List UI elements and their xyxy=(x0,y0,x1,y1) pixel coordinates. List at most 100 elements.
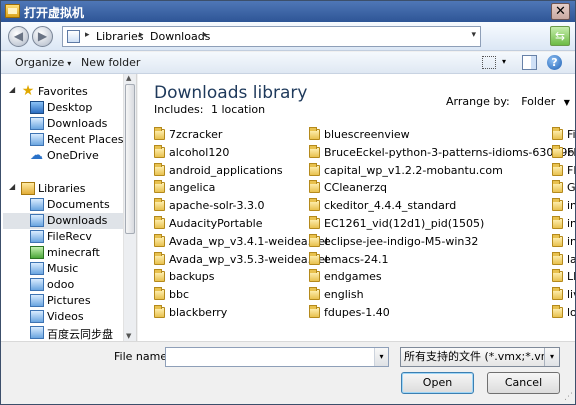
expand-libraries-icon[interactable]: ◢ xyxy=(9,182,15,191)
folder-icon xyxy=(552,269,563,282)
breadcrumb-separator[interactable]: ▸ xyxy=(203,30,208,40)
view-dropdown-icon[interactable]: ▾ xyxy=(502,57,506,66)
filter-dropdown-icon[interactable]: ▾ xyxy=(544,348,559,366)
folder-icon xyxy=(552,198,563,211)
folder-name: la xyxy=(567,253,575,266)
folder-icon xyxy=(309,163,320,176)
folder-icon xyxy=(552,127,563,140)
folder-icon xyxy=(309,305,320,318)
folder-icon xyxy=(552,216,563,229)
folder-name: english xyxy=(324,288,364,301)
star-icon: ★ xyxy=(21,83,35,99)
folder-name: BruceEckel-python-3-patterns-idioms-6305… xyxy=(324,146,575,159)
address-row: ◀ ▶ ▸ Libraries ▸ Downloads ▸ ▾ ⇆ xyxy=(1,22,575,51)
refresh-button[interactable]: ⇆ xyxy=(550,26,570,46)
close-button[interactable]: ✕ xyxy=(551,3,570,20)
address-bar[interactable]: ▸ Libraries ▸ Downloads ▸ ▾ xyxy=(62,26,481,47)
downloads-icon xyxy=(30,117,44,130)
new-folder-button[interactable]: New folder xyxy=(81,56,140,69)
organize-label: Organize xyxy=(15,56,65,69)
folder-name: ckeditor_4.4.4_standard xyxy=(324,199,457,212)
command-bar: Organize ▾ New folder ▾ ? xyxy=(1,52,575,74)
folder-name: alcohol120 xyxy=(169,146,230,159)
folder-name: emacs-24.1 xyxy=(324,253,389,266)
scroll-up-icon[interactable]: ▲ xyxy=(126,74,131,82)
includes-label: Includes: xyxy=(154,103,204,116)
folder-name: endgames xyxy=(324,270,382,283)
filename-label: File name: xyxy=(114,350,171,363)
folder-icon xyxy=(154,216,165,229)
folder-icon xyxy=(552,252,563,265)
folder-name: in xyxy=(567,235,575,248)
folder-icon xyxy=(552,145,563,158)
includes-locations-link[interactable]: 1 location xyxy=(211,103,265,116)
resize-grip-icon[interactable]: ⋰ xyxy=(564,392,573,402)
nav-scroll-thumb[interactable] xyxy=(125,84,135,234)
pictures-icon xyxy=(30,294,44,307)
folder-icon xyxy=(154,180,165,193)
folder-icon xyxy=(309,252,320,265)
organize-menu[interactable]: Organize ▾ xyxy=(15,56,71,69)
folder-name: Avada_wp_v3.4.1-weidea.net xyxy=(169,235,330,248)
open-button[interactable]: Open xyxy=(401,372,474,394)
breadcrumb-separator[interactable]: ▸ xyxy=(85,30,90,40)
preview-pane-icon[interactable] xyxy=(522,55,537,70)
documents-icon xyxy=(30,198,44,211)
downloads-icon xyxy=(30,214,44,227)
library-icon xyxy=(67,30,80,43)
folder-icon xyxy=(552,163,563,176)
arrange-by-label: Arrange by: xyxy=(446,95,510,108)
chevron-down-icon: ▾ xyxy=(67,59,72,68)
baidu-cloud-icon xyxy=(30,326,44,339)
folder-name: Fi xyxy=(567,128,575,141)
recent-places-icon xyxy=(30,133,44,146)
change-view-icon[interactable] xyxy=(482,56,496,69)
vmware-app-icon xyxy=(5,4,20,18)
breadcrumb-libraries[interactable]: Libraries xyxy=(96,30,144,43)
title-bar[interactable]: 打开虚拟机 ✕ xyxy=(1,1,575,22)
folder-name: CCleanerzq xyxy=(324,181,387,194)
breadcrumb-downloads[interactable]: Downloads xyxy=(150,30,210,43)
forward-button[interactable]: ▶ xyxy=(32,26,53,47)
nav-scrollbar[interactable]: ▲ ▼ xyxy=(123,74,136,341)
cancel-button[interactable]: Cancel xyxy=(487,372,560,394)
folder-name: LI xyxy=(567,270,575,283)
folder-name: angelica xyxy=(169,181,216,194)
arrange-by-value[interactable]: Folder xyxy=(521,95,555,108)
folder-icon xyxy=(309,198,320,211)
navigation-pane[interactable]: ◢ ★ Favorites Desktop Downloads Recent P… xyxy=(1,74,137,341)
folder-icon xyxy=(154,163,165,176)
folder-icon xyxy=(154,234,165,247)
folder-icon xyxy=(154,287,165,300)
folder-icon xyxy=(309,127,320,140)
file-type-filter[interactable]: 所有支持的文件 (*.vmx;*.vmc;*. xyxy=(400,347,560,367)
library-includes: Includes: 1 location xyxy=(154,103,265,116)
expand-favorites-icon[interactable]: ◢ xyxy=(9,85,15,94)
filename-dropdown-icon[interactable]: ▾ xyxy=(374,348,388,366)
folder-icon xyxy=(30,278,44,291)
library-title: Downloads library xyxy=(154,83,308,103)
back-button[interactable]: ◀ xyxy=(8,26,29,47)
music-icon xyxy=(30,262,44,275)
minecraft-icon xyxy=(30,246,44,259)
folder-icon xyxy=(154,305,165,318)
folder-icon xyxy=(309,234,320,247)
breadcrumb-separator[interactable]: ▸ xyxy=(139,30,144,40)
folder-icon xyxy=(30,230,44,243)
chevron-down-icon[interactable]: ▼ xyxy=(564,98,570,107)
folder-icon xyxy=(309,287,320,300)
folder-icon xyxy=(309,180,320,193)
file-list-pane[interactable]: Downloads library Includes: 1 location A… xyxy=(138,74,575,341)
folder-name: in xyxy=(567,199,575,212)
nav-item-library-downloads[interactable]: Downloads xyxy=(3,213,123,229)
folder-name: bbc xyxy=(169,288,190,301)
filename-input[interactable] xyxy=(165,347,389,367)
help-icon[interactable]: ? xyxy=(547,55,562,70)
scroll-down-icon[interactable]: ▼ xyxy=(126,332,131,340)
folder-name: eclipse-jee-indigo-M5-win32 xyxy=(324,235,479,248)
folder-name: bluescreenview xyxy=(324,128,410,141)
folder-name: lo xyxy=(567,306,575,319)
address-dropdown-icon[interactable]: ▾ xyxy=(471,30,476,40)
folder-icon xyxy=(552,180,563,193)
folder-icon xyxy=(309,269,320,282)
